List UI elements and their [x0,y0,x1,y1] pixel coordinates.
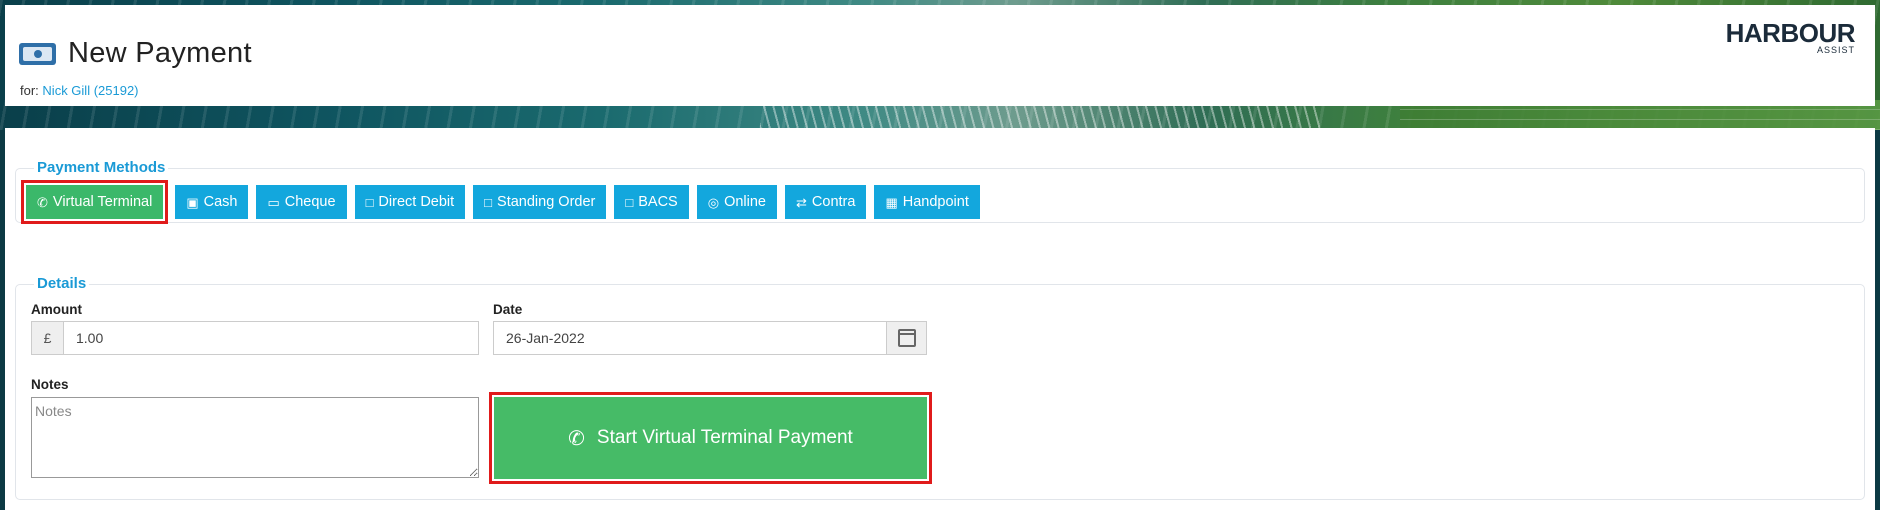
date-label: Date [493,302,523,317]
currency-addon: £ [32,322,64,354]
cheque-label: Cheque [284,194,336,210]
customer-line: for: Nick Gill (25192) [20,83,139,98]
for-label: for: [20,83,39,98]
handpoint-button[interactable]: ▦ Handpoint [874,185,980,219]
calendar-icon: □ [625,194,634,210]
exchange-icon: ⇄ [796,194,807,210]
date-input[interactable] [494,322,886,354]
details-section: Details Amount £ Date Notes ✆ Start Virt… [15,275,1865,500]
start-payment-label: Start Virtual Terminal Payment [596,427,853,448]
globe-icon: ◎ [707,194,720,210]
virtual-terminal-button[interactable]: ✆ Virtual Terminal [20,180,169,224]
direct-debit-button[interactable]: □ Direct Debit [354,185,466,219]
calculator-icon: ▦ [885,194,898,210]
online-button[interactable]: ◎ Online [696,185,777,219]
money-icon: ▣ [186,194,199,210]
page-header: New Payment for: Nick Gill (25192) HARBO… [5,5,1875,106]
date-picker-button[interactable] [886,322,926,354]
title-row: New Payment [19,37,252,70]
virtual-terminal-label: Virtual Terminal [52,194,153,210]
standing-order-button[interactable]: □ Standing Order [473,185,607,219]
calendar-icon: □ [484,194,493,210]
standing-order-label: Standing Order [497,194,596,210]
online-label: Online [724,194,766,210]
calendar-icon: □ [365,194,374,210]
cheque-button[interactable]: ▭ Cheque [256,185,347,219]
bacs-button[interactable]: □ BACS [614,185,689,219]
payment-method-buttons: ✆ Virtual Terminal ▣ Cash ▭ Cheque □ Dir… [20,180,980,224]
notes-textarea[interactable] [31,397,479,478]
contra-button[interactable]: ⇄ Contra [785,185,867,219]
page-title: New Payment [68,37,252,69]
phone-icon: ✆ [37,194,48,210]
handpoint-label: Handpoint [902,194,969,210]
harbour-assist-logo[interactable]: HARBOUR ASSIST [1725,18,1856,55]
cash-label: Cash [203,194,238,210]
content-panel: Payment Methods ✆ Virtual Terminal ▣ Cas… [5,128,1875,510]
cash-button[interactable]: ▣ Cash [175,185,249,219]
customer-link[interactable]: Nick Gill (25192) [42,83,138,98]
logo-main-text: HARBOUR [1725,18,1856,48]
cheque-icon: ▭ [267,194,280,210]
start-virtual-terminal-payment-button[interactable]: ✆ Start Virtual Terminal Payment [489,392,932,484]
details-legend: Details [34,275,90,292]
amount-input[interactable] [64,322,478,354]
calendar-icon [897,329,916,347]
notes-label: Notes [31,377,69,392]
phone-icon: ✆ [568,427,585,450]
bacs-label: BACS [638,194,678,210]
date-input-group [493,321,927,355]
payment-methods-legend: Payment Methods [34,159,169,176]
amount-label: Amount [31,302,82,317]
payment-methods-section: Payment Methods ✆ Virtual Terminal ▣ Cas… [15,159,1865,224]
amount-input-group: £ [31,321,479,355]
direct-debit-label: Direct Debit [378,194,455,210]
money-icon [19,42,56,65]
contra-label: Contra [811,194,856,210]
